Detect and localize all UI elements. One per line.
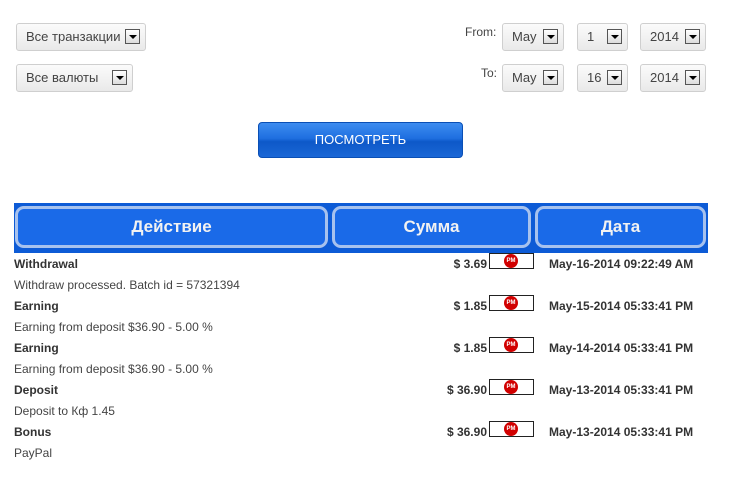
payment-method-badge: PM bbox=[489, 379, 534, 395]
header-date: Дата bbox=[535, 206, 706, 248]
table-header: Действие Сумма Дата bbox=[14, 203, 708, 253]
chevron-down-icon bbox=[543, 29, 558, 44]
row-description: Withdraw processed. Batch id = 57321394 bbox=[14, 278, 240, 292]
row-description: Deposit to Кф 1.45 bbox=[14, 404, 115, 418]
row-date: May-16-2014 09:22:49 AM bbox=[549, 257, 694, 271]
to-month-select[interactable]: May bbox=[502, 64, 564, 92]
row-date: May-15-2014 05:33:41 PM bbox=[549, 299, 694, 313]
perfect-money-icon: PM bbox=[504, 296, 518, 310]
header-action: Действие bbox=[15, 206, 328, 248]
chevron-down-icon bbox=[607, 70, 622, 85]
chevron-down-icon bbox=[125, 29, 140, 44]
row-title: Earning bbox=[14, 299, 59, 313]
from-label: From: bbox=[465, 25, 497, 39]
row-date: May-13-2014 05:33:41 PM bbox=[549, 383, 694, 397]
to-month-value: May bbox=[512, 70, 537, 85]
from-day-value: 1 bbox=[587, 29, 595, 44]
perfect-money-icon: PM bbox=[504, 422, 518, 436]
to-day-value: 16 bbox=[587, 70, 602, 85]
to-year-select[interactable]: 2014 bbox=[640, 64, 706, 92]
payment-method-badge: PM bbox=[489, 421, 534, 437]
payment-method-badge: PM bbox=[489, 295, 534, 311]
row-date: May-13-2014 05:33:41 PM bbox=[549, 425, 694, 439]
chevron-down-icon bbox=[112, 70, 127, 85]
transaction-type-select[interactable]: Все транзакции bbox=[16, 23, 146, 51]
row-amount: $ 36.90 bbox=[446, 383, 487, 397]
chevron-down-icon bbox=[543, 70, 558, 85]
from-month-select[interactable]: May bbox=[502, 23, 564, 51]
row-title: Withdrawal bbox=[14, 257, 78, 271]
perfect-money-icon: PM bbox=[504, 254, 518, 268]
view-button[interactable]: ПОСМОТРЕТЬ bbox=[258, 122, 463, 158]
currency-value: Все валюты bbox=[26, 70, 99, 85]
row-amount: $ 3.69 bbox=[453, 257, 487, 271]
chevron-down-icon bbox=[607, 29, 622, 44]
row-title: Earning bbox=[14, 341, 59, 355]
perfect-money-icon: PM bbox=[504, 380, 518, 394]
currency-select[interactable]: Все валюты bbox=[16, 64, 133, 92]
row-amount: $ 1.85 bbox=[453, 341, 487, 355]
to-year-value: 2014 bbox=[650, 70, 679, 85]
payment-method-badge: PM bbox=[489, 337, 534, 353]
to-day-select[interactable]: 16 bbox=[577, 64, 628, 92]
row-amount: $ 36.90 bbox=[446, 425, 487, 439]
row-date: May-14-2014 05:33:41 PM bbox=[549, 341, 694, 355]
row-title: Deposit bbox=[14, 383, 59, 397]
row-description: Earning from deposit $36.90 - 5.00 % bbox=[14, 362, 213, 376]
row-title: Bonus bbox=[14, 425, 52, 439]
from-month-value: May bbox=[512, 29, 537, 44]
row-description: PayPal bbox=[14, 446, 53, 460]
chevron-down-icon bbox=[685, 29, 700, 44]
payment-method-badge: PM bbox=[489, 253, 534, 269]
row-description: Earning from deposit $36.90 - 5.00 % bbox=[14, 320, 213, 334]
from-year-select[interactable]: 2014 bbox=[640, 23, 706, 51]
transaction-type-value: Все транзакции bbox=[26, 29, 121, 44]
row-amount: $ 1.85 bbox=[453, 299, 487, 313]
perfect-money-icon: PM bbox=[504, 338, 518, 352]
header-amount: Сумма bbox=[332, 206, 531, 248]
from-year-value: 2014 bbox=[650, 29, 679, 44]
from-day-select[interactable]: 1 bbox=[577, 23, 628, 51]
to-label: To: bbox=[481, 66, 498, 80]
chevron-down-icon bbox=[685, 70, 700, 85]
